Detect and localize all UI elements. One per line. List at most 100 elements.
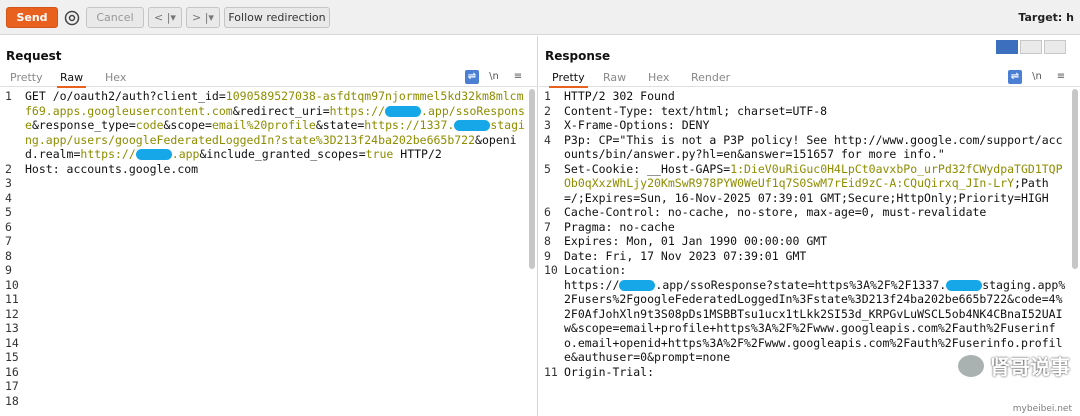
line-number: 11 <box>544 364 558 379</box>
code-line: 10 <box>0 278 525 293</box>
layout-side-by-side-button[interactable] <box>996 40 1018 54</box>
code-token: CP="This is not a P3P policy! See http:/… <box>564 132 1063 162</box>
redaction-mask <box>946 279 983 291</box>
code-line: 7 <box>0 234 525 249</box>
watermark: 肾哥说事 <box>958 351 1070 380</box>
line-text: P3p: CP="This is not a P3P policy! See h… <box>564 133 1068 162</box>
line-text <box>25 307 525 322</box>
line-number: 2 <box>544 103 551 118</box>
code-token: &redirect_uri= <box>232 103 330 118</box>
line-number: 16 <box>5 364 19 379</box>
code-token: __Host-GAPS= <box>647 161 731 176</box>
code-line: 4 <box>0 191 525 206</box>
code-token: &include_granted_scopes= <box>199 147 366 161</box>
request-panel: Request Pretty Raw Hex ⇌ \n ≡ 1 GET /o/oa… <box>0 36 538 416</box>
code-token: Expires: <box>564 234 627 248</box>
layout-toggle <box>996 40 1068 54</box>
line-text: Set-Cookie: __Host-GAPS=1:DieV0uRiGuc0H4… <box>564 162 1068 206</box>
layout-tabs-button[interactable] <box>1044 40 1066 54</box>
line-text <box>25 176 525 191</box>
code-token: Fri, 17 Nov 2023 07:39:01 GMT <box>605 248 807 263</box>
menu-icon[interactable]: ≡ <box>511 70 525 84</box>
request-editor[interactable]: 1 GET /o/oauth2/auth?client_id=1090589527… <box>0 89 525 416</box>
layout-stacked-button[interactable] <box>1020 40 1042 54</box>
line-text <box>25 350 525 365</box>
response-title: Response <box>545 49 611 63</box>
back-button[interactable]: < |▾ <box>148 7 182 28</box>
line-number: 7 <box>5 234 12 248</box>
line-number: 12 <box>5 306 19 321</box>
watermark-url: mybeibei.net <box>1012 404 1072 414</box>
follow-redirection-button[interactable]: Follow redirection <box>224 7 330 28</box>
redaction-mask <box>385 105 422 117</box>
line-text: Content-Type: text/html; charset=UTF-8 <box>564 104 1068 119</box>
line-text <box>25 220 525 235</box>
line-text: Host: accounts.google.com <box>25 162 525 177</box>
line-number: 11 <box>5 292 19 306</box>
forward-button[interactable]: > |▾ <box>186 7 220 28</box>
line-number: 8 <box>544 234 551 248</box>
request-tab-hex[interactable]: Hex <box>102 69 129 86</box>
line-number: 10 <box>544 263 558 277</box>
response-tab-raw[interactable]: Raw <box>600 69 629 86</box>
code-token: Mon, 01 Jan 1990 00:00:00 GMT <box>626 234 828 248</box>
line-text: Location: https:// .app/ssoResponse?state… <box>564 263 1068 365</box>
line-text <box>25 336 525 351</box>
code-line: 11 <box>0 292 525 307</box>
code-line: 10 Location: https:// .app/ssoResponse?sta… <box>539 263 1068 365</box>
send-button[interactable]: Send <box>6 7 58 28</box>
line-text <box>25 263 525 278</box>
response-tabs: Pretty Raw Hex Render ⇌ \n ≡ <box>539 69 1080 88</box>
code-line: 5 <box>0 205 525 220</box>
wrap-lines-icon[interactable]: ⇌ <box>1008 70 1022 84</box>
code-token: GET /o/oauth2/auth?client_id= <box>25 89 226 103</box>
code-token: https:// <box>329 103 386 118</box>
target-label: Target: h <box>1018 11 1074 24</box>
code-token: Location: <box>564 263 634 277</box>
line-text <box>25 379 525 394</box>
request-title: Request <box>6 49 62 63</box>
code-line: 7 Pragma: no-cache <box>539 220 1068 235</box>
code-token: code <box>135 118 164 132</box>
response-tab-pretty[interactable]: Pretty <box>549 69 588 88</box>
newline-icon[interactable]: \n <box>487 70 501 84</box>
code-token: https:// <box>564 277 620 292</box>
code-token: Content-Type: <box>564 103 661 118</box>
cancel-button[interactable]: Cancel <box>86 7 144 28</box>
redaction-mask <box>619 279 656 291</box>
redaction-mask <box>454 120 491 131</box>
code-line: 1 HTTP/2 302 Found <box>539 89 1068 104</box>
code-line: 4 P3p: CP="This is not a P3P policy! See … <box>539 133 1068 162</box>
line-text <box>25 205 525 220</box>
menu-icon[interactable]: ≡ <box>1054 70 1068 84</box>
request-scrollbar[interactable] <box>529 89 535 269</box>
code-line: 16 <box>0 365 525 380</box>
watermark-logo-icon <box>958 354 984 377</box>
code-token: no-cache, no-store, max-age=0, must-reva… <box>667 205 987 219</box>
code-token: Cache-Control: <box>564 205 668 219</box>
line-text <box>25 191 525 206</box>
code-line: 12 <box>0 307 525 322</box>
response-tab-render[interactable]: Render <box>688 69 733 86</box>
line-number: 18 <box>5 393 19 408</box>
response-tab-hex[interactable]: Hex <box>645 69 672 86</box>
code-line: 17 <box>0 379 525 394</box>
code-line: 3 <box>0 176 525 191</box>
code-token: https://1337. <box>364 118 455 132</box>
line-number: 10 <box>5 277 19 292</box>
code-token: .app <box>171 147 200 161</box>
request-tab-pretty[interactable]: Pretty <box>7 69 46 86</box>
wrap-lines-icon[interactable]: ⇌ <box>465 70 479 84</box>
code-line: 13 <box>0 321 525 336</box>
line-text <box>25 234 525 249</box>
newline-icon[interactable]: \n <box>1030 70 1044 84</box>
code-token: &state= <box>315 118 365 132</box>
code-token: true <box>365 147 394 161</box>
line-number: 7 <box>544 219 551 234</box>
line-number: 5 <box>5 205 12 219</box>
response-scrollbar[interactable] <box>1072 89 1078 269</box>
settings-gear-button[interactable] <box>62 7 82 28</box>
line-text: HTTP/2 302 Found <box>564 89 1068 104</box>
line-number: 6 <box>5 219 12 234</box>
request-tab-raw[interactable]: Raw <box>57 69 87 88</box>
